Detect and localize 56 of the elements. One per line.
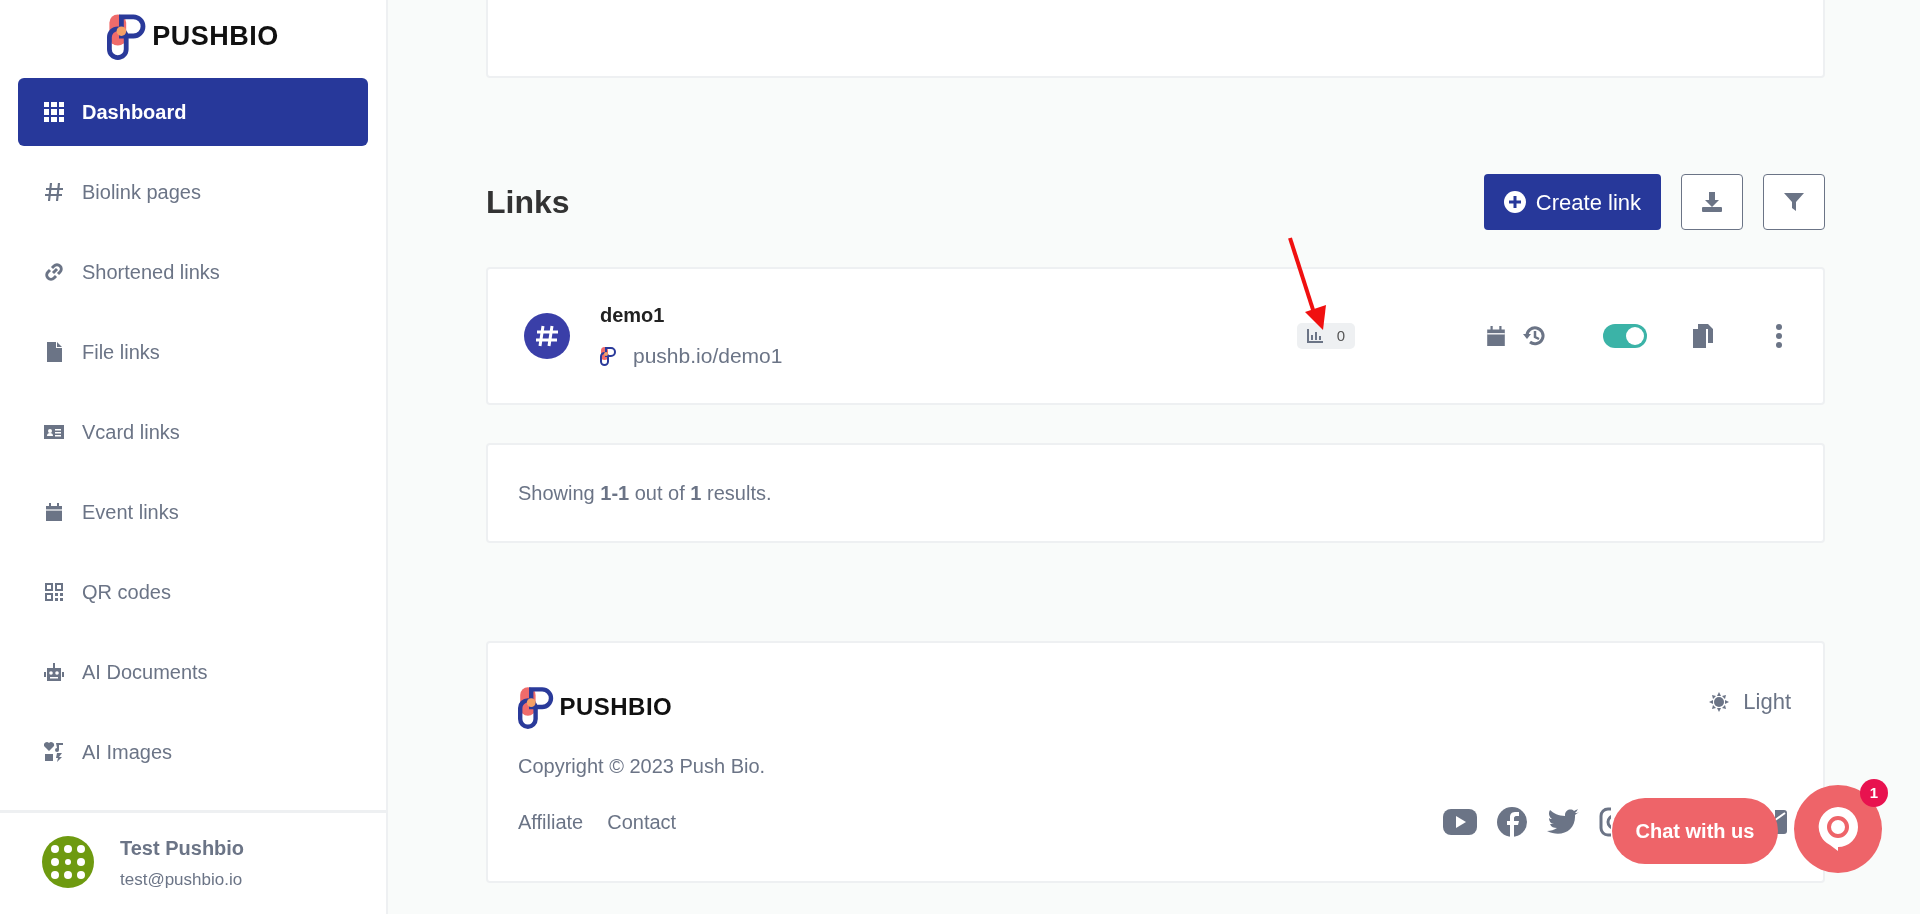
footer-link[interactable]: Affiliate (518, 807, 584, 837)
sidebar-item[interactable]: Dashboard (18, 78, 368, 146)
file-icon (44, 342, 64, 362)
grid-icon (44, 102, 64, 122)
sidebar-item[interactable]: File links (18, 318, 368, 386)
sidebar-item[interactable]: AI Documents (18, 638, 368, 706)
section-title: Links (486, 183, 570, 222)
results-summary: Showing 1-1 out of 1 results. (518, 481, 772, 506)
logo-icon (518, 685, 556, 729)
clicks-counter[interactable]: 0 (1296, 323, 1355, 349)
sidebar-item[interactable]: Biolink pages (18, 158, 368, 226)
copy-icon[interactable] (1693, 324, 1713, 348)
facebook-icon[interactable] (1497, 807, 1527, 837)
calendar-icon[interactable] (1485, 324, 1507, 348)
notification-badge: 1 (1860, 779, 1888, 807)
email-icon[interactable] (1775, 810, 1787, 834)
toggle-switch[interactable] (1603, 324, 1647, 348)
calendar-icon (44, 502, 64, 522)
avatar-icon (42, 836, 94, 889)
hash-icon (44, 182, 64, 202)
filter-button[interactable] (1763, 174, 1825, 230)
favicon-icon (600, 346, 617, 366)
bar-chart-icon (1306, 329, 1323, 343)
sidebar-item[interactable]: QR codes (18, 558, 368, 626)
chat-bubble-icon (1818, 807, 1858, 851)
history-icon[interactable] (1523, 324, 1547, 348)
download-icon (1701, 191, 1723, 213)
more-icon[interactable] (1775, 324, 1783, 348)
sidebar-item[interactable]: Event links (18, 478, 368, 546)
robot-icon (44, 662, 64, 682)
sun-icon (1709, 691, 1730, 712)
logo-text: PUSHBIO (559, 692, 673, 722)
qr-icon (44, 582, 64, 602)
download-button[interactable] (1681, 174, 1743, 230)
link-url[interactable]: pushb.io/demo1 (633, 340, 783, 372)
instagram-icon[interactable] (1599, 807, 1611, 837)
card-icon (44, 422, 64, 442)
logo-text: PUSHBIO (152, 19, 279, 53)
plus-icon (1503, 191, 1526, 213)
twitter-icon[interactable] (1547, 809, 1579, 835)
footer-link[interactable]: Contact (607, 807, 677, 837)
sidebar-item[interactable]: Shortened links (18, 238, 368, 306)
link-name[interactable]: demo1 (600, 300, 783, 331)
shapes-icon (44, 742, 64, 762)
filter-icon (1784, 192, 1804, 212)
hash-icon (524, 313, 570, 359)
sidebar-item[interactable]: Vcard links (18, 398, 368, 466)
user-name: Test Pushbio (120, 835, 245, 861)
youtube-icon[interactable] (1443, 809, 1477, 835)
sidebar-item[interactable]: AI Images (18, 718, 368, 786)
theme-toggle[interactable]: Light (1709, 685, 1791, 718)
link-icon (44, 262, 64, 282)
create-link-button[interactable]: Create link (1483, 174, 1661, 230)
user-email: test@pushbio.io (120, 868, 244, 891)
copyright-text: Copyright © 2023 Push Bio. (518, 754, 767, 779)
chat-label[interactable]: Chat with us (1612, 798, 1778, 864)
